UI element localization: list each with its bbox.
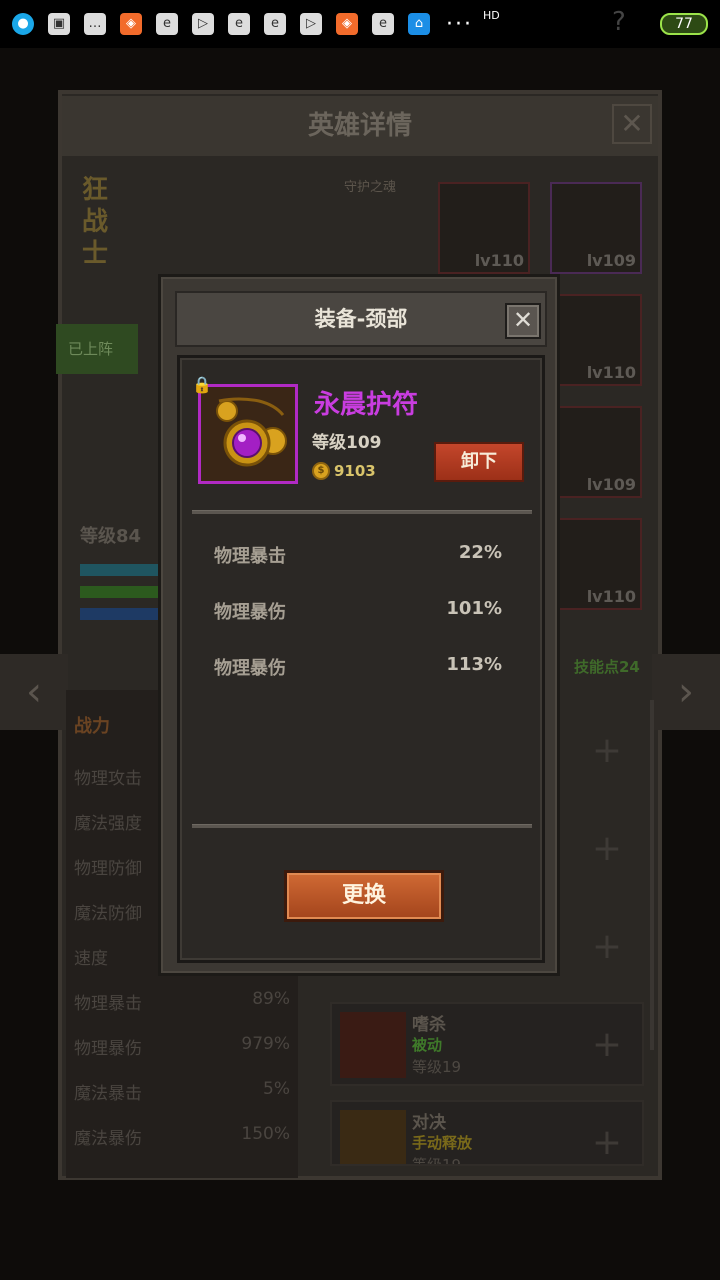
gold-coin-icon: $ <box>312 462 330 480</box>
equipment-slot-helmet[interactable]: lv110 <box>438 182 530 274</box>
equipment-dialog: 装备-颈部 ✕ 🔒 永晨护符 等级109 $ 9103 卸下 物理暴击 22% … <box>158 274 560 976</box>
divider <box>192 824 532 828</box>
on-stage-badge: 已上阵 <box>56 324 138 374</box>
add-skill-button[interactable]: + <box>590 831 624 867</box>
play-icon: ▷ <box>192 13 214 35</box>
item-stat-row: 物理暴伤 101% <box>214 598 502 624</box>
signal-icon: ⌂ <box>408 13 430 35</box>
app-icon: ◈ <box>336 13 358 35</box>
close-button[interactable]: ✕ <box>505 303 541 339</box>
skill-type: 手动释放 <box>412 1134 473 1152</box>
ie-icon: e <box>264 13 286 35</box>
next-hero-button[interactable]: › <box>652 654 720 730</box>
item-stat-row: 物理暴伤 113% <box>214 654 502 680</box>
guardian-label: 守护之魂 <box>344 180 397 195</box>
hero-level: 等级84 <box>80 526 142 547</box>
prev-hero-button[interactable]: ‹ <box>0 654 68 730</box>
skill-points: 技能点24 <box>574 658 640 676</box>
amulet-icon <box>216 397 287 467</box>
stat-value: 22% <box>458 542 502 563</box>
stat-row: 物理暴击 89% <box>74 989 290 1014</box>
play-icon: ▷ <box>300 13 322 35</box>
add-skill-button[interactable]: + <box>590 1027 624 1063</box>
slot-level: lv109 <box>586 251 636 270</box>
message-icon: … <box>84 13 106 35</box>
hero-name: 狂战士 <box>82 175 109 269</box>
close-icon[interactable]: ✕ <box>612 104 652 144</box>
item-level: 等级109 <box>312 433 382 453</box>
skill-level: 等级19 <box>412 1156 462 1166</box>
stat-name: 物理暴击 <box>214 546 286 567</box>
item-stat-row: 物理暴击 22% <box>214 542 502 568</box>
equipment-slot-weapon[interactable]: lv110 <box>550 518 642 610</box>
replace-button[interactable]: 更换 <box>284 870 444 922</box>
stat-row: 魔法暴伤 150% <box>74 1124 290 1149</box>
item-icon-frame[interactable] <box>198 384 298 484</box>
qq-icon: ● <box>12 13 34 35</box>
exp-bar <box>80 586 160 598</box>
unequip-button[interactable]: 卸下 <box>434 442 524 482</box>
skill-icon <box>340 1110 406 1164</box>
skill-level: 等级19 <box>412 1058 462 1076</box>
status-bar: ● ▣ … ◈ e ▷ e e ▷ ◈ e ⌂ ··· HD ? 77 <box>0 0 720 48</box>
ie-icon: e <box>156 13 178 35</box>
stat-row: 物理暴伤 979% <box>74 1034 290 1059</box>
slot-level: lv110 <box>586 587 636 606</box>
stat-value: 113% <box>446 654 502 675</box>
skill-icon <box>340 1012 406 1078</box>
skill-name: 嗜杀 <box>412 1015 446 1035</box>
stat-row: 魔法暴击 5% <box>74 1079 290 1104</box>
add-skill-button[interactable]: + <box>590 929 624 965</box>
item-name: 永晨护符 <box>314 390 419 420</box>
slot-level: lv110 <box>586 363 636 382</box>
stat-name: 物理暴伤 <box>214 658 286 679</box>
item-price: 9103 <box>334 462 376 480</box>
help-icon: ? <box>612 7 626 37</box>
dialog-header: 装备-颈部 ✕ <box>175 291 547 347</box>
mana-bar <box>80 608 160 620</box>
dialog-body: 🔒 永晨护符 等级109 $ 9103 卸下 物理暴击 22% 物理暴伤 101… <box>177 355 545 963</box>
stat-name: 物理暴伤 <box>214 602 286 623</box>
skill-type: 被动 <box>412 1036 443 1054</box>
slot-level: lv109 <box>586 475 636 494</box>
lock-icon: 🔒 <box>192 375 212 394</box>
divider <box>192 510 532 514</box>
stat-value: 101% <box>446 598 502 619</box>
equipment-slot-ring[interactable]: lv109 <box>550 406 642 498</box>
slot-level: lv110 <box>474 251 524 270</box>
battery-indicator: 77 <box>660 13 708 35</box>
hero-details-title: 英雄详情 <box>62 96 658 156</box>
skill-name: 对决 <box>412 1113 446 1133</box>
android-icon: ▣ <box>48 13 70 35</box>
add-skill-button[interactable]: + <box>590 733 624 769</box>
skills-scrollbar[interactable] <box>650 700 654 1050</box>
ie-icon: e <box>372 13 394 35</box>
equipment-slot-boots[interactable]: lv110 <box>550 294 642 386</box>
app-icon: ◈ <box>120 13 142 35</box>
dialog-title: 装备-颈部 <box>314 307 408 331</box>
ie-icon: e <box>228 13 250 35</box>
more-notifications: ··· <box>446 11 473 37</box>
hp-bar <box>80 564 160 576</box>
add-skill-button[interactable]: + <box>590 1125 624 1161</box>
hd-indicator: HD <box>482 8 500 22</box>
equipment-slot-neck[interactable]: lv109 <box>550 182 642 274</box>
